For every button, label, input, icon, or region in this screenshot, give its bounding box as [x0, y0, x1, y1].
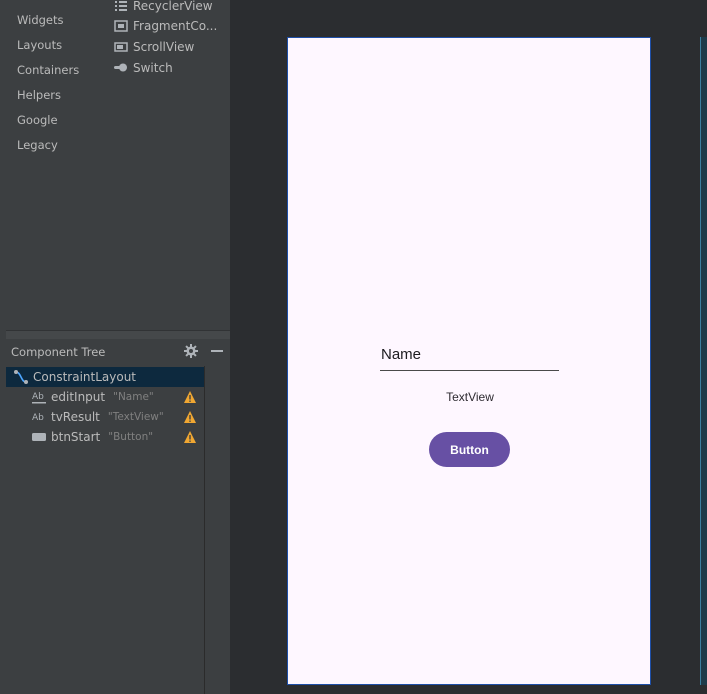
- tree-row-label: ConstraintLayout: [33, 370, 137, 384]
- device-preview[interactable]: Name TextView Button: [287, 37, 651, 685]
- palette-category-helpers[interactable]: Helpers: [17, 88, 61, 102]
- tree-row-value: "Name": [113, 391, 154, 403]
- palette-item-label: FragmentCo...: [133, 19, 218, 33]
- tree-row-label: editInput: [51, 390, 106, 404]
- palette-item-switch[interactable]: Switch: [114, 59, 173, 77]
- edit-input-hint: Name: [381, 346, 422, 363]
- secondary-device-edge: [700, 37, 707, 685]
- palette-item-recyclerview[interactable]: RecyclerView: [114, 0, 213, 15]
- button-icon: [31, 429, 47, 445]
- tree-row-btnstart[interactable]: btnStart "Button": [6, 427, 204, 447]
- svg-text:Ab: Ab: [32, 392, 44, 402]
- palette-item-label: ScrollView: [133, 40, 195, 54]
- scrollview-icon: [114, 40, 128, 54]
- tree-row-label: btnStart: [51, 430, 101, 444]
- switch-icon: [114, 61, 128, 75]
- palette-item-scrollview[interactable]: ScrollView: [114, 38, 194, 56]
- warning-icon[interactable]: [183, 410, 197, 424]
- palette-item-fragmentcontainer[interactable]: FragmentCo...: [114, 17, 217, 35]
- text-view-result[interactable]: TextView: [288, 390, 652, 404]
- palette-category-legacy[interactable]: Legacy: [17, 138, 58, 152]
- svg-text:Ab: Ab: [32, 413, 44, 423]
- tree-row-editinput[interactable]: Ab editInput "Name": [6, 387, 204, 407]
- minimize-icon[interactable]: [209, 343, 225, 359]
- edit-input-name[interactable]: Name: [380, 343, 559, 371]
- tree-row-tvresult[interactable]: Ab tvResult "TextView": [6, 407, 204, 427]
- palette-item-label: Switch: [133, 61, 173, 75]
- palette-item-label: RecyclerView: [133, 0, 213, 13]
- text-view-icon: Ab: [31, 409, 47, 425]
- start-button[interactable]: Button: [429, 432, 510, 467]
- constraint-layout-icon: [13, 369, 29, 385]
- component-tree-header: Component Tree: [6, 339, 230, 365]
- fragment-icon: [114, 19, 128, 33]
- palette-panel: Widgets Layouts Containers Helpers Googl…: [6, 0, 230, 330]
- tree-row-constraintlayout[interactable]: ConstraintLayout: [6, 367, 204, 387]
- palette-category-google[interactable]: Google: [17, 113, 58, 127]
- component-tree: ConstraintLayout Ab editInput "Name" Ab …: [6, 366, 205, 694]
- warning-icon[interactable]: [183, 390, 197, 404]
- tree-row-value: "TextView": [107, 411, 164, 423]
- design-canvas[interactable]: Name TextView Button: [231, 0, 707, 694]
- component-tree-panel: Component Tree ConstraintLayout Ab editI…: [6, 339, 230, 694]
- warning-icon[interactable]: [183, 430, 197, 444]
- list-icon: [114, 0, 128, 13]
- component-tree-title: Component Tree: [11, 345, 106, 359]
- palette-category-containers[interactable]: Containers: [17, 63, 79, 77]
- palette-category-layouts[interactable]: Layouts: [17, 38, 62, 52]
- palette-category-widgets[interactable]: Widgets: [17, 13, 64, 27]
- gear-icon[interactable]: [183, 343, 199, 359]
- tree-row-value: "Button": [108, 431, 154, 443]
- text-field-icon: Ab: [31, 389, 47, 405]
- tree-row-label: tvResult: [51, 410, 100, 424]
